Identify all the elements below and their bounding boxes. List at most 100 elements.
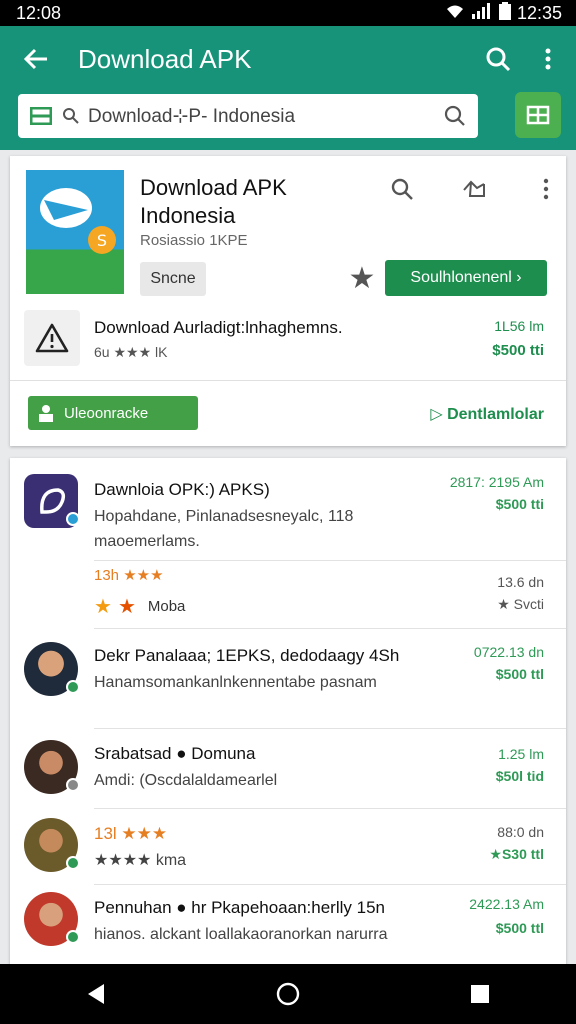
tag-button[interactable]: Sncne [140, 262, 206, 296]
favorite-button[interactable]: ★ [344, 260, 380, 296]
verified-badge-icon [66, 680, 80, 694]
search-small-icon [63, 108, 79, 124]
item-title: Dekr Panalaaa; 1EPKS, dedodaagy 4Sh [94, 646, 400, 665]
nav-back-button[interactable] [66, 964, 126, 1024]
search-button[interactable] [476, 37, 520, 81]
item-meta-time: 2422.13 Am [469, 896, 544, 912]
item-meta-price: ★S30 ttl [489, 846, 544, 862]
warning-title: Download Aurladigt:lnhaghemns. [94, 318, 343, 337]
list-item[interactable]: Dekr Panalaaa; 1EPKS, dedodaagy 4Sh Hana… [10, 630, 566, 730]
item-meta-time: 2817: 2195 Am [449, 474, 544, 490]
item-rating-row: ★ ★ Moba [94, 594, 185, 619]
search-submit-icon[interactable] [444, 105, 466, 127]
search-icon [486, 47, 511, 72]
featured-search-button[interactable] [380, 174, 424, 204]
item-description: Hopahdane, Pinlanadsesneyalc, 118 maoeme… [94, 508, 354, 550]
divider [94, 728, 566, 729]
item-meta-price: $500 ttl [495, 666, 544, 682]
divider [94, 884, 566, 885]
more-options-button[interactable] [526, 37, 570, 81]
featured-more-button[interactable] [524, 174, 568, 204]
list-item[interactable]: Pennuhan ● hr Pkapehoaan:herlly 15n hian… [10, 886, 566, 976]
nav-recents-icon [471, 985, 489, 1003]
divider [94, 628, 566, 629]
warning-meta-price: $500 tti [492, 342, 544, 359]
app-icon[interactable]: S [26, 170, 124, 294]
app-list-card: Dawnloia OPK:) APKS) Hopahdane, Pinlanad… [10, 458, 566, 978]
item-description: ★★★★ kma [94, 852, 187, 869]
app-title: Download APK Indonesia [140, 175, 287, 228]
scan-button[interactable] [515, 92, 561, 138]
item-meta-time: 88:0 dn [497, 824, 544, 840]
share-icon [463, 180, 485, 197]
list-item[interactable]: 13l ★★★ ★★★★ kma 88:0 dn ★S30 ttl [10, 810, 566, 886]
item-title: 13l ★★★ [94, 824, 168, 843]
item-rating-label: Moba [147, 598, 186, 615]
search-input[interactable]: Download⊹P- Indonesia [88, 105, 444, 128]
item-rating: 13h ★★★ [94, 567, 164, 584]
app-bar-row: Download APK [0, 26, 576, 92]
item-meta-price: $500 ttl [495, 920, 544, 936]
warning-rating: 6u ★★★ lK [94, 344, 168, 360]
list-item[interactable]: Srabatsad ● Domuna Amdi: (Oscdalaldamear… [10, 730, 566, 810]
signal-icon [471, 3, 493, 23]
app-bar: Download APK Download⊹P- Indonesia [0, 26, 576, 150]
nav-home-button[interactable] [258, 964, 318, 1024]
install-button[interactable]: Soulhlonenenl › [385, 260, 547, 296]
status-bar: 12:08 12:35 [0, 0, 576, 26]
user-icon [39, 405, 53, 422]
nav-recents-button[interactable] [450, 964, 510, 1024]
user-pill-button[interactable]: Uleoonracke [28, 396, 198, 430]
star-icon: ★ [94, 596, 112, 618]
list-icon [30, 107, 52, 125]
verified-badge-icon [66, 512, 80, 526]
wifi-icon [445, 3, 465, 23]
back-button[interactable] [8, 31, 64, 87]
item-meta-tertiary: ★ Svcti [497, 596, 544, 612]
search-icon [391, 178, 413, 200]
svg-text:S: S [97, 231, 107, 250]
item-description: Amdi: (Oscdalaldamearlel [94, 772, 278, 789]
item-description: Hanamsomankanlnkennentabe pasnam [94, 674, 377, 691]
star-icon: ★ [348, 261, 376, 295]
item-meta-price: $50l tid [495, 768, 544, 784]
battery-icon [498, 2, 511, 24]
more-vertical-icon [543, 178, 549, 200]
item-meta-time: 0722.13 dn [473, 644, 544, 660]
status-time-left: 12:08 [16, 2, 62, 23]
item-title: Srabatsad ● Domuna [94, 744, 256, 763]
page-title: Download APK [78, 43, 252, 74]
divider [94, 560, 566, 561]
search-field[interactable]: Download⊹P- Indonesia [18, 94, 478, 138]
download-link[interactable]: ▷ Dentlamlolar [430, 404, 544, 424]
status-badge-icon [66, 778, 80, 792]
share-button[interactable] [452, 174, 496, 204]
warning-meta-time: 1L56 lm [494, 318, 544, 334]
item-title: Pennuhan ● hr Pkapehoaan:herlly 15n [94, 898, 385, 917]
nav-back-icon [88, 984, 104, 1004]
pill-label: Uleoonracke [64, 404, 149, 422]
warning-icon-box [24, 310, 80, 366]
more-vertical-icon [545, 48, 551, 70]
app-subtitle: Rosiassio 1KPE [140, 232, 248, 249]
divider [10, 380, 566, 381]
item-meta-time: 1.25 lm [498, 746, 544, 762]
nav-home-icon [276, 982, 300, 1006]
item-meta-price: $500 tti [495, 496, 544, 512]
warning-icon [35, 323, 69, 353]
star-icon: ★ [117, 596, 136, 618]
arrow-left-icon [23, 48, 47, 70]
warning-row[interactable]: Download Aurladigt:lnhaghemns. 6u ★★★ lK… [10, 306, 566, 368]
status-time-right: 12:35 [516, 2, 562, 23]
item-description: hianos. alckant loallakaoranorkan narurr… [94, 926, 388, 943]
scan-icon [526, 105, 550, 125]
list-item[interactable]: Dawnloia OPK:) APKS) Hopahdane, Pinlanad… [10, 458, 566, 630]
divider [94, 808, 566, 809]
item-title: Dawnloia OPK:) APKS) [94, 480, 270, 499]
verified-badge-icon [66, 930, 80, 944]
verified-badge-icon [66, 856, 80, 870]
item-meta-secondary: 13.6 dn [497, 574, 544, 590]
paper-plane-icon: S [40, 188, 116, 254]
featured-app-card[interactable]: S Download APK Indonesia Rosiassio 1KPE … [10, 156, 566, 446]
status-icons: 12:35 [445, 2, 562, 24]
